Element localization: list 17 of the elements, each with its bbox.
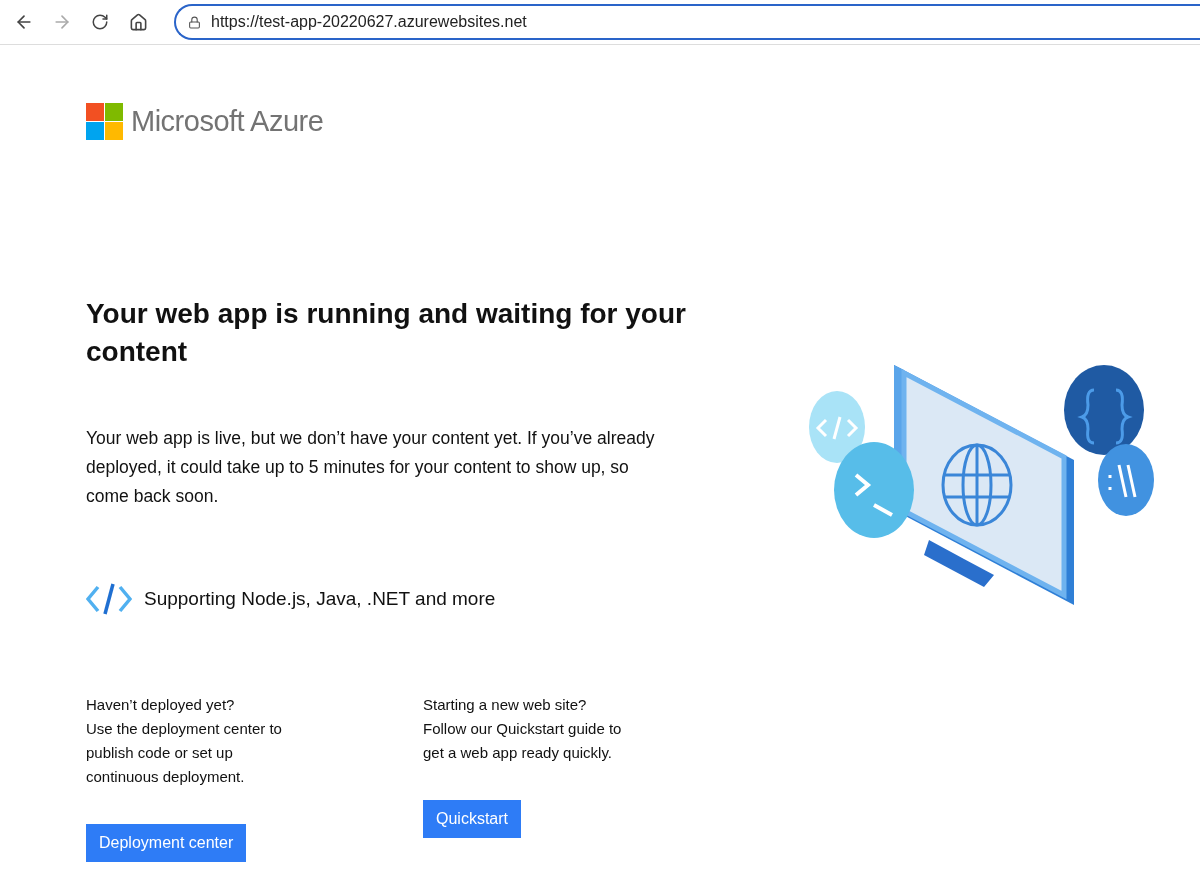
question-text: Haven’t deployed yet? bbox=[86, 695, 236, 715]
address-bar[interactable]: https://test-app-20220627.azurewebsites.net bbox=[174, 4, 1200, 40]
action-button[interactable]: Quickstart bbox=[423, 800, 521, 838]
intro-paragraph: Your web app is live, but we don’t have your content yet. If you’ve already deployed, it could take up to 5 minutes for your content to show up, so come back soon. bbox=[86, 427, 656, 508]
lock-icon bbox=[188, 15, 201, 29]
question-text: Starting a new web site? bbox=[423, 695, 588, 715]
url-text: https://test-app-20220627.azurewebsites.net bbox=[211, 13, 527, 31]
code-brackets-icon bbox=[86, 583, 132, 615]
info-text: Use the deployment center to publish code or set up continuous deployment. bbox=[86, 719, 283, 787]
support-text: Supporting Node.js, Java, .NET and more bbox=[144, 588, 496, 610]
info-text: Follow our Quickstart guide to get a web app ready quickly. bbox=[423, 719, 623, 763]
page-heading: Your web app is running and waiting for your content bbox=[86, 297, 687, 369]
reload-icon bbox=[91, 13, 109, 31]
action-button[interactable]: Deployment center bbox=[86, 824, 247, 862]
logo-text: Microsoft Azure bbox=[131, 105, 324, 138]
home-icon bbox=[128, 12, 148, 32]
four-squares-logo-icon bbox=[86, 103, 123, 140]
